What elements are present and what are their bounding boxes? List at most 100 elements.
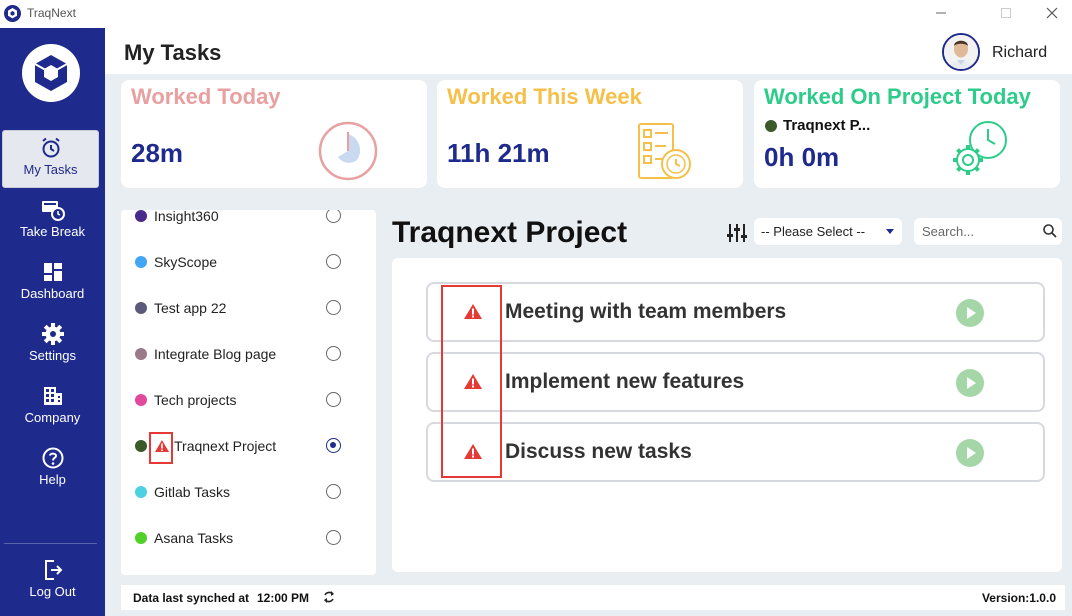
brand-hexagon-icon	[34, 55, 68, 91]
gear-icon	[41, 323, 64, 345]
task-row[interactable]: Meeting with team members	[426, 282, 1045, 342]
play-button[interactable]	[956, 439, 984, 467]
search-icon[interactable]	[1043, 224, 1057, 238]
sidebar-item-label: Settings	[29, 348, 76, 363]
logout-label: Log Out	[29, 584, 76, 599]
sidebar-item-my-tasks[interactable]: My Tasks	[2, 130, 99, 188]
project-radio[interactable]	[326, 210, 341, 223]
sidebar-item-label: Company	[24, 410, 81, 425]
sync-time: 12:00 PM	[257, 591, 310, 605]
main-area: My Tasks Richard Worked Today 28m Worked…	[105, 28, 1072, 616]
project-dot	[135, 348, 147, 360]
maximize-icon[interactable]	[996, 4, 1016, 22]
project-radio[interactable]	[326, 346, 341, 361]
list-item[interactable]: Asana Tasks	[121, 516, 361, 562]
task-name: Meeting with team members	[505, 300, 787, 323]
task-name: Implement new features	[505, 370, 745, 393]
worked-project-card: Worked On Project Today Traqnext P... 0h…	[754, 80, 1060, 188]
project-dot	[135, 440, 147, 452]
card-value: 11h 21m	[447, 138, 550, 168]
chevron-down-icon	[886, 229, 894, 234]
project-radio[interactable]	[326, 300, 341, 315]
user-avatar-icon	[944, 35, 978, 69]
list-item[interactable]: Tech projects	[121, 378, 361, 424]
project-name: Gitlab Tasks	[154, 484, 230, 500]
alarm-clock-icon	[41, 137, 60, 158]
project-name: Traqnext Project	[174, 438, 277, 454]
sync-icon[interactable]	[322, 590, 336, 604]
list-item[interactable]: Integrate Blog page	[121, 332, 361, 378]
worked-today-card: Worked Today 28m	[121, 80, 427, 188]
project-name: Integrate Blog page	[154, 346, 277, 362]
select-value: -- Please Select --	[761, 224, 866, 239]
project-dot	[135, 394, 147, 406]
project-name: Asana Tasks	[154, 530, 234, 546]
project-radio[interactable]	[326, 392, 341, 407]
card-value: 0h 0m	[764, 142, 840, 172]
list-item[interactable]: SkyScope	[121, 240, 361, 286]
sidebar-item-company[interactable]: Company	[0, 378, 105, 436]
app-logo-icon	[4, 5, 21, 22]
checklist-clock-icon	[638, 123, 691, 179]
list-item[interactable]: Gitlab Tasks	[121, 470, 361, 516]
break-timer-icon	[41, 201, 65, 221]
sidebar-item-label: Help	[39, 472, 66, 487]
project-radio[interactable]	[326, 254, 341, 269]
card-value: 28m	[131, 138, 184, 168]
sync-label: Data last synched at	[133, 591, 250, 605]
project-name: Tech projects	[154, 392, 237, 408]
search-input[interactable]	[914, 218, 1062, 245]
window-title: TraqNext	[27, 6, 76, 20]
sidebar-item-label: Take Break	[19, 224, 86, 239]
logout-icon	[44, 560, 62, 580]
task-row[interactable]: Implement new features	[426, 352, 1045, 412]
question-circle-icon	[42, 447, 63, 469]
sidebar-item-help[interactable]: Help	[0, 440, 105, 498]
project-name: Test app 22	[154, 300, 227, 316]
sidebar: My Tasks Take Break Dashboard Settings C…	[0, 28, 105, 616]
clock-icon	[318, 121, 378, 181]
list-item[interactable]: Test app 22	[121, 286, 361, 332]
sidebar-item-take-break[interactable]: Take Break	[0, 192, 105, 250]
page-title: My Tasks	[124, 40, 222, 65]
card-title: Worked On Project Today	[764, 84, 1031, 109]
play-button[interactable]	[956, 369, 984, 397]
project-radio[interactable]	[326, 438, 341, 453]
list-item[interactable]: Insight360	[121, 210, 361, 240]
filter-sliders-icon[interactable]	[726, 222, 748, 244]
project-dot	[135, 256, 147, 268]
version-label: Version:1.0.0	[981, 591, 1056, 605]
task-list: Meeting with team members Implement new …	[392, 258, 1062, 572]
project-dot	[135, 532, 147, 544]
warning-highlight	[441, 285, 502, 478]
worked-week-card: Worked This Week 11h 21m	[437, 80, 743, 188]
project-dot	[135, 210, 147, 222]
project-dot	[765, 120, 777, 132]
play-button[interactable]	[956, 299, 984, 327]
project-radio[interactable]	[326, 530, 341, 545]
building-icon	[43, 387, 62, 405]
sidebar-item-settings[interactable]: Settings	[0, 316, 105, 374]
logout-button[interactable]: Log Out	[0, 552, 105, 610]
minimize-icon[interactable]	[931, 4, 951, 22]
close-icon[interactable]	[1042, 4, 1062, 22]
project-radio[interactable]	[326, 484, 341, 499]
task-name: Discuss new tasks	[505, 440, 692, 463]
list-item-selected[interactable]: Traqnext Project	[121, 424, 361, 470]
project-title: Traqnext Project	[392, 216, 628, 249]
project-name: SkyScope	[154, 254, 218, 270]
gear-clock-icon	[953, 121, 1007, 175]
title-bar: TraqNext	[0, 0, 1072, 28]
status-footer: Data last synched at 12:00 PM Version:1.…	[121, 585, 1065, 610]
task-filter-select[interactable]: -- Please Select --	[754, 218, 902, 245]
header: My Tasks Richard	[105, 28, 1072, 74]
dashboard-grid-icon	[43, 263, 62, 281]
card-project-name: Traqnext P...	[783, 117, 871, 134]
task-row[interactable]: Discuss new tasks	[426, 422, 1045, 482]
project-list: Insight360 SkyScope Test app 22 Integrat…	[121, 210, 376, 575]
project-dot	[135, 302, 147, 314]
sidebar-item-dashboard[interactable]: Dashboard	[0, 254, 105, 312]
card-title: Worked Today	[131, 84, 281, 109]
warning-highlight	[149, 432, 173, 464]
avatar[interactable]	[942, 33, 980, 71]
